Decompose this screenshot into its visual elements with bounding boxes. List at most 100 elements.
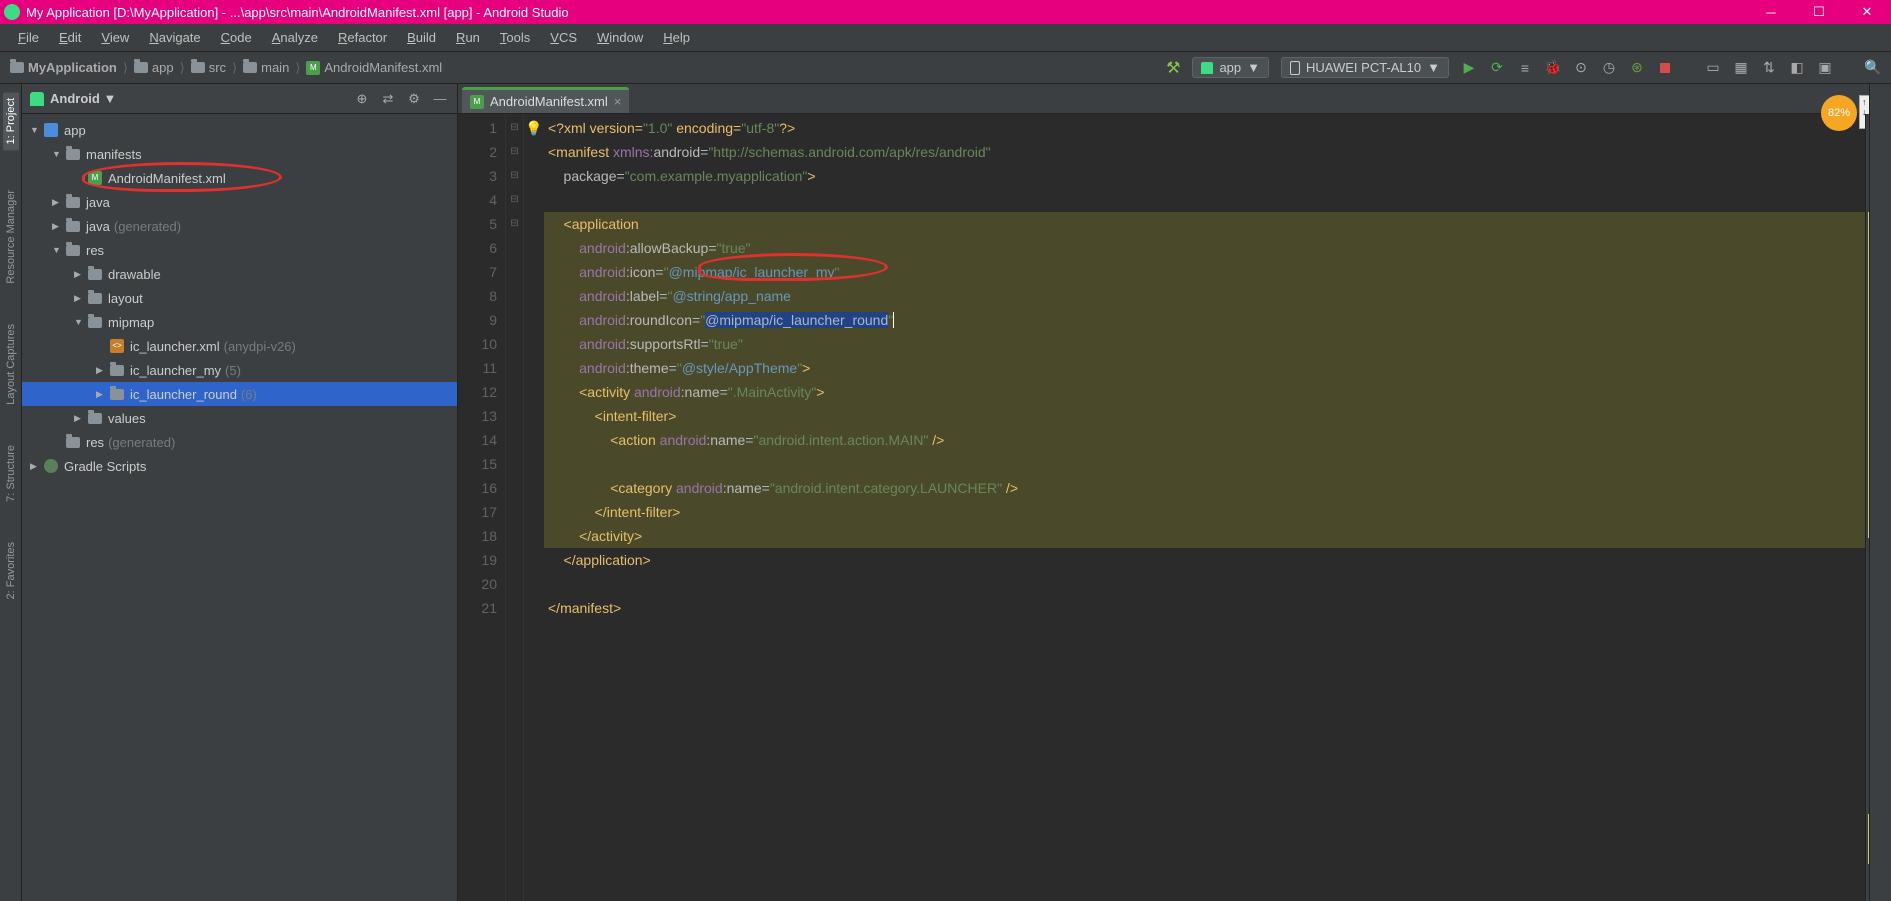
coverage-button[interactable]: ≡	[1517, 60, 1533, 76]
maximize-button[interactable]: ☐	[1795, 0, 1843, 24]
folder-icon	[10, 62, 24, 73]
expand-arrow-icon[interactable]: ▼	[52, 245, 62, 255]
menu-window[interactable]: Window	[587, 26, 653, 49]
search-everywhere-icon[interactable]: 🔍	[1865, 60, 1881, 76]
expand-arrow-icon[interactable]: ▼	[74, 317, 84, 327]
close-tab-icon[interactable]: ×	[614, 94, 622, 109]
stop-button[interactable]	[1657, 60, 1673, 76]
gradle-icon	[44, 459, 58, 473]
breadcrumb-myapplication[interactable]: MyApplication	[10, 60, 117, 75]
expand-arrow-icon[interactable]: ▶	[96, 365, 106, 376]
apply-changes-button[interactable]: ⟳	[1489, 60, 1505, 76]
tree-item-label: res	[86, 435, 104, 450]
menu-edit[interactable]: Edit	[49, 26, 91, 49]
project-view-title[interactable]: Android ▼	[50, 91, 345, 106]
tool-tab-layout-captures[interactable]: Layout Captures	[5, 324, 17, 405]
tree-item-mipmap[interactable]: ▼ mipmap	[22, 310, 457, 334]
breadcrumb-src[interactable]: src	[191, 60, 226, 75]
build-variants-icon[interactable]: ◧	[1789, 60, 1805, 76]
build-icon[interactable]: ⚒	[1166, 58, 1180, 78]
tree-item-values[interactable]: ▶values	[22, 406, 457, 430]
breadcrumb-separator: ⟩	[293, 60, 302, 76]
scroll-from-source-icon[interactable]: ⊕	[353, 90, 371, 108]
tree-item-res[interactable]: ▼res	[22, 238, 457, 262]
project-structure-icon[interactable]: ▣	[1817, 60, 1833, 76]
avd-manager-icon[interactable]: ▭	[1705, 60, 1721, 76]
tree-item-suffix: (5)	[225, 363, 241, 378]
expand-arrow-icon[interactable]: ▶	[52, 221, 62, 232]
expand-arrow-icon[interactable]: ▶	[74, 269, 84, 280]
profile-debug-button[interactable]: ⊛	[1629, 60, 1645, 76]
expand-arrow-icon[interactable]: ▶	[74, 413, 84, 424]
tree-item-label: mipmap	[108, 315, 154, 330]
expand-arrow-icon[interactable]: ▶	[96, 389, 106, 400]
menu-view[interactable]: View	[91, 26, 139, 49]
attach-debugger-button[interactable]: ⊙	[1573, 60, 1589, 76]
tool-tab-2--favorites[interactable]: 2: Favorites	[5, 542, 17, 599]
menu-refactor[interactable]: Refactor	[328, 26, 397, 49]
right-tool-strip	[1869, 84, 1891, 901]
hide-tool-window-icon[interactable]: —	[431, 90, 449, 108]
sdk-manager-icon[interactable]: ▦	[1733, 60, 1749, 76]
editor-area: M AndroidManifest.xml × 82% ↑ 0K/s↓ 0K/s…	[458, 84, 1891, 901]
editor-tab-androidmanifest[interactable]: M AndroidManifest.xml ×	[462, 87, 629, 113]
project-tree[interactable]: ▼app▼manifestsMAndroidManifest.xml▶java▶…	[22, 114, 457, 901]
sync-icon[interactable]: ⇅	[1761, 60, 1777, 76]
tool-tab-1--project[interactable]: 1: Project	[3, 92, 19, 150]
code-editor[interactable]: 123456789101112131415161718192021 ⊟⊟⊟⊟⊟ …	[458, 114, 1891, 901]
menu-code[interactable]: Code	[211, 26, 262, 49]
tree-item-app[interactable]: ▼app	[22, 118, 457, 142]
tree-item-manifests[interactable]: ▼manifests	[22, 142, 457, 166]
profiler-button[interactable]: ◷	[1601, 60, 1617, 76]
tree-item-ic-launcher-round[interactable]: ▶ic_launcher_round(6)	[22, 382, 457, 406]
folder-icon	[243, 62, 257, 73]
breadcrumb-app[interactable]: app	[134, 60, 174, 75]
menu-vcs[interactable]: VCS	[540, 26, 587, 49]
menu-navigate[interactable]: Navigate	[139, 26, 210, 49]
fold-gutter[interactable]: ⊟⊟⊟⊟⊟	[506, 114, 524, 901]
expand-arrow-icon[interactable]: ▶	[52, 197, 62, 208]
menu-bar: FileEditViewNavigateCodeAnalyzeRefactorB…	[0, 24, 1891, 52]
device-selector[interactable]: HUAWEI PCT-AL10 ▼	[1281, 57, 1449, 78]
menu-build[interactable]: Build	[397, 26, 446, 49]
menu-file[interactable]: File	[8, 26, 49, 49]
tree-item-res[interactable]: res (generated)	[22, 430, 457, 454]
phone-icon	[1290, 61, 1300, 75]
minimize-button[interactable]: ─	[1747, 0, 1795, 24]
breadcrumb-separator: ⟩	[121, 60, 130, 76]
tree-item-ic-launcher-xml[interactable]: <>ic_launcher.xml(anydpi-v26)	[22, 334, 457, 358]
run-button[interactable]: ▶	[1461, 60, 1477, 76]
tree-item-gradle-scripts[interactable]: ▶Gradle Scripts	[22, 454, 457, 478]
breadcrumb-main[interactable]: main	[243, 60, 289, 75]
debug-button[interactable]: 🐞	[1545, 60, 1561, 76]
close-button[interactable]: ✕	[1843, 0, 1891, 24]
intention-gutter[interactable]: 💡	[524, 114, 544, 901]
breadcrumb-androidmanifest-xml[interactable]: MAndroidManifest.xml	[306, 60, 442, 75]
expand-arrow-icon[interactable]: ▶	[30, 461, 40, 472]
device-name: HUAWEI PCT-AL10	[1306, 60, 1421, 75]
menu-tools[interactable]: Tools	[490, 26, 540, 49]
tree-item-java[interactable]: ▶java	[22, 190, 457, 214]
tree-item-drawable[interactable]: ▶drawable	[22, 262, 457, 286]
settings-gear-icon[interactable]: ⚙	[405, 90, 423, 108]
tool-tab-7--structure[interactable]: 7: Structure	[5, 445, 17, 502]
folder-icon	[88, 413, 102, 424]
expand-arrow-icon[interactable]: ▶	[74, 293, 84, 304]
tree-item-suffix: (generated)	[108, 435, 175, 450]
module-name: app	[1219, 60, 1241, 75]
breadcrumb-separator: ⟩	[178, 60, 187, 76]
menu-help[interactable]: Help	[653, 26, 700, 49]
flatten-packages-icon[interactable]: ⇄	[379, 90, 397, 108]
tool-tab-resource-manager[interactable]: Resource Manager	[5, 190, 17, 284]
tree-item-androidmanifest-xml[interactable]: MAndroidManifest.xml	[22, 166, 457, 190]
expand-arrow-icon[interactable]: ▼	[30, 125, 40, 135]
module-selector[interactable]: app ▼	[1192, 57, 1269, 78]
menu-run[interactable]: Run	[446, 26, 490, 49]
menu-analyze[interactable]: Analyze	[262, 26, 328, 49]
tree-item-layout[interactable]: ▶layout	[22, 286, 457, 310]
code-text[interactable]: <?xml version="1.0" encoding="utf-8"?><m…	[544, 114, 1865, 901]
tree-item-java[interactable]: ▶java(generated)	[22, 214, 457, 238]
tree-item-label: ic_launcher_my	[130, 363, 221, 378]
expand-arrow-icon[interactable]: ▼	[52, 149, 62, 159]
tree-item-ic-launcher-my[interactable]: ▶ ic_launcher_my (5)	[22, 358, 457, 382]
